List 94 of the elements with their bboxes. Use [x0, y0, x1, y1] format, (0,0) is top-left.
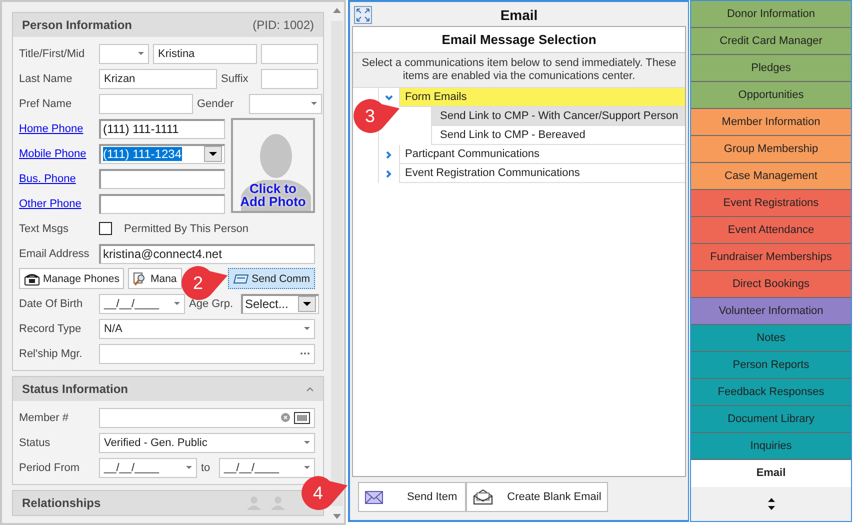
- nav-tab[interactable]: Event Attendance: [691, 217, 851, 244]
- magnifier-icon: [133, 272, 148, 286]
- tree-node[interactable]: Event Registration Communications: [399, 164, 685, 183]
- toolbar-button[interactable]: Send Item: [358, 482, 466, 512]
- nav-tab[interactable]: Case Management: [691, 163, 851, 190]
- photo-placeholder[interactable]: Click to Add Photo: [231, 118, 315, 213]
- action-button[interactable]: Manage Phones: [19, 268, 124, 289]
- collapse-icon[interactable]: [306, 386, 314, 392]
- nav-tab[interactable]: Group Membership: [691, 136, 851, 163]
- nav-tab[interactable]: Opportunities: [691, 82, 851, 109]
- date-field[interactable]: __/__/____: [99, 294, 185, 314]
- pref-name-field[interactable]: [99, 94, 193, 114]
- field-label: Text Msgs: [19, 222, 70, 234]
- field-label: Last Name: [19, 72, 74, 84]
- tree-node[interactable]: Particpant Communications: [399, 145, 685, 164]
- action-button[interactable]: Mana: [128, 268, 182, 289]
- phone-number: (111) 111-1111: [103, 122, 179, 136]
- callout-number: 2: [192, 272, 203, 294]
- chevron-down-icon[interactable]: [385, 94, 393, 102]
- barcode-icon[interactable]: [294, 412, 310, 424]
- nav-tab[interactable]: Donor Information: [691, 1, 851, 28]
- ellipsis-icon[interactable]: [300, 352, 310, 355]
- nav-tab[interactable]: Document Library: [691, 406, 851, 433]
- callout-number: 3: [364, 106, 375, 126]
- first-name-field[interactable]: Kristina: [153, 44, 257, 64]
- last-name-field[interactable]: Krizan: [99, 68, 217, 88]
- tree-node[interactable]: Form Emails: [399, 88, 685, 107]
- section-title: Status Information: [22, 382, 128, 396]
- nav-tab[interactable]: Inquiries: [691, 433, 851, 460]
- chevron-right-icon[interactable]: [385, 170, 393, 178]
- envelope-icon: [365, 490, 383, 504]
- section-title: Person Information: [22, 18, 132, 32]
- field-label: Age Grp.: [189, 298, 234, 310]
- nav-tab[interactable]: Direct Bookings: [691, 271, 851, 298]
- phone-field[interactable]: [99, 194, 225, 214]
- field-label: Member #: [19, 412, 70, 424]
- expand-icon[interactable]: [354, 6, 372, 24]
- phone-link[interactable]: Other Phone: [19, 198, 95, 210]
- tree-item[interactable]: Send Link to CMP - Bereaved: [431, 126, 685, 145]
- date-field[interactable]: __/__/____: [219, 458, 315, 478]
- field-label: to: [201, 462, 212, 474]
- date-field[interactable]: __/__/____: [99, 458, 197, 478]
- field-label: Pref Name: [19, 98, 73, 110]
- phone-field[interactable]: (111) 111-1111: [99, 118, 225, 138]
- middle-name-field[interactable]: [261, 44, 318, 64]
- phone-dropdown[interactable]: (111) 111-1234: [99, 144, 225, 164]
- nav-tab[interactable]: Volunteer Information: [691, 298, 851, 325]
- member-number-field[interactable]: [99, 408, 315, 428]
- telephone-icon: [24, 272, 40, 286]
- status-dropdown[interactable]: Verified - Gen. Public: [99, 432, 315, 452]
- scroll-arrows-icon[interactable]: [766, 496, 776, 512]
- checkbox[interactable]: [99, 222, 112, 235]
- nav-tab[interactable]: Person Reports: [691, 352, 851, 379]
- field-label: Suffix: [221, 72, 250, 84]
- toolbar-button[interactable]: Create Blank Email: [466, 482, 608, 512]
- record-type-dropdown[interactable]: N/A: [99, 318, 315, 338]
- phone-field[interactable]: [99, 168, 225, 188]
- chevron-right-icon[interactable]: [385, 150, 393, 158]
- email-field[interactable]: kristina@connect4.net: [99, 244, 315, 264]
- field-label: Period From: [19, 462, 81, 474]
- phone-link[interactable]: Mobile Phone: [19, 148, 95, 160]
- nav-tab[interactable]: Event Registrations: [691, 190, 851, 217]
- field-label: Record Type: [19, 322, 82, 334]
- nav-tab[interactable]: Feedback Responses: [691, 379, 851, 406]
- clear-icon[interactable]: [281, 413, 290, 422]
- field-label: Rel'ship Mgr.: [19, 348, 84, 360]
- age-group-dropdown[interactable]: Select...: [241, 294, 319, 314]
- open-envelope-icon: [473, 489, 494, 505]
- action-button[interactable]: Send Comm: [228, 268, 315, 289]
- tree-item[interactable]: Send Link to CMP - With Cancer/Support Person: [431, 107, 685, 126]
- field-label: Status: [19, 436, 52, 448]
- pid-label: (PID: 1002): [252, 18, 314, 32]
- nav-tab[interactable]: Credit Card Manager: [691, 28, 851, 55]
- nav-tab[interactable]: Pledges: [691, 55, 851, 82]
- field-label: Gender: [197, 98, 235, 110]
- nav-tab[interactable]: Notes: [691, 325, 851, 352]
- gender-dropdown[interactable]: [249, 94, 322, 114]
- phone-link[interactable]: Bus. Phone: [19, 172, 95, 184]
- instructions-text: Select a communications item below to send immediately. These items are enabled via the comunications center.: [353, 53, 685, 88]
- phone-link[interactable]: Home Phone: [19, 122, 95, 134]
- nav-tab[interactable]: Fundraiser Memberships: [691, 244, 851, 271]
- field-label: Date Of Birth: [19, 298, 84, 310]
- section-title: Relationships: [22, 496, 101, 510]
- phone-number: (111) 111-1234: [103, 147, 182, 161]
- callout-number: 4: [312, 482, 323, 504]
- checkbox-label: Permitted By This Person: [124, 222, 249, 234]
- panel-title: Email: [500, 7, 538, 23]
- relationship-manager-field[interactable]: [99, 344, 315, 364]
- title-dropdown[interactable]: [99, 44, 149, 64]
- suffix-field[interactable]: [261, 68, 318, 88]
- nav-tab[interactable]: Member Information: [691, 109, 851, 136]
- field-label: Email Address: [19, 248, 90, 260]
- card-icon: [232, 272, 249, 284]
- field-label: Title/First/Mid: [19, 48, 86, 60]
